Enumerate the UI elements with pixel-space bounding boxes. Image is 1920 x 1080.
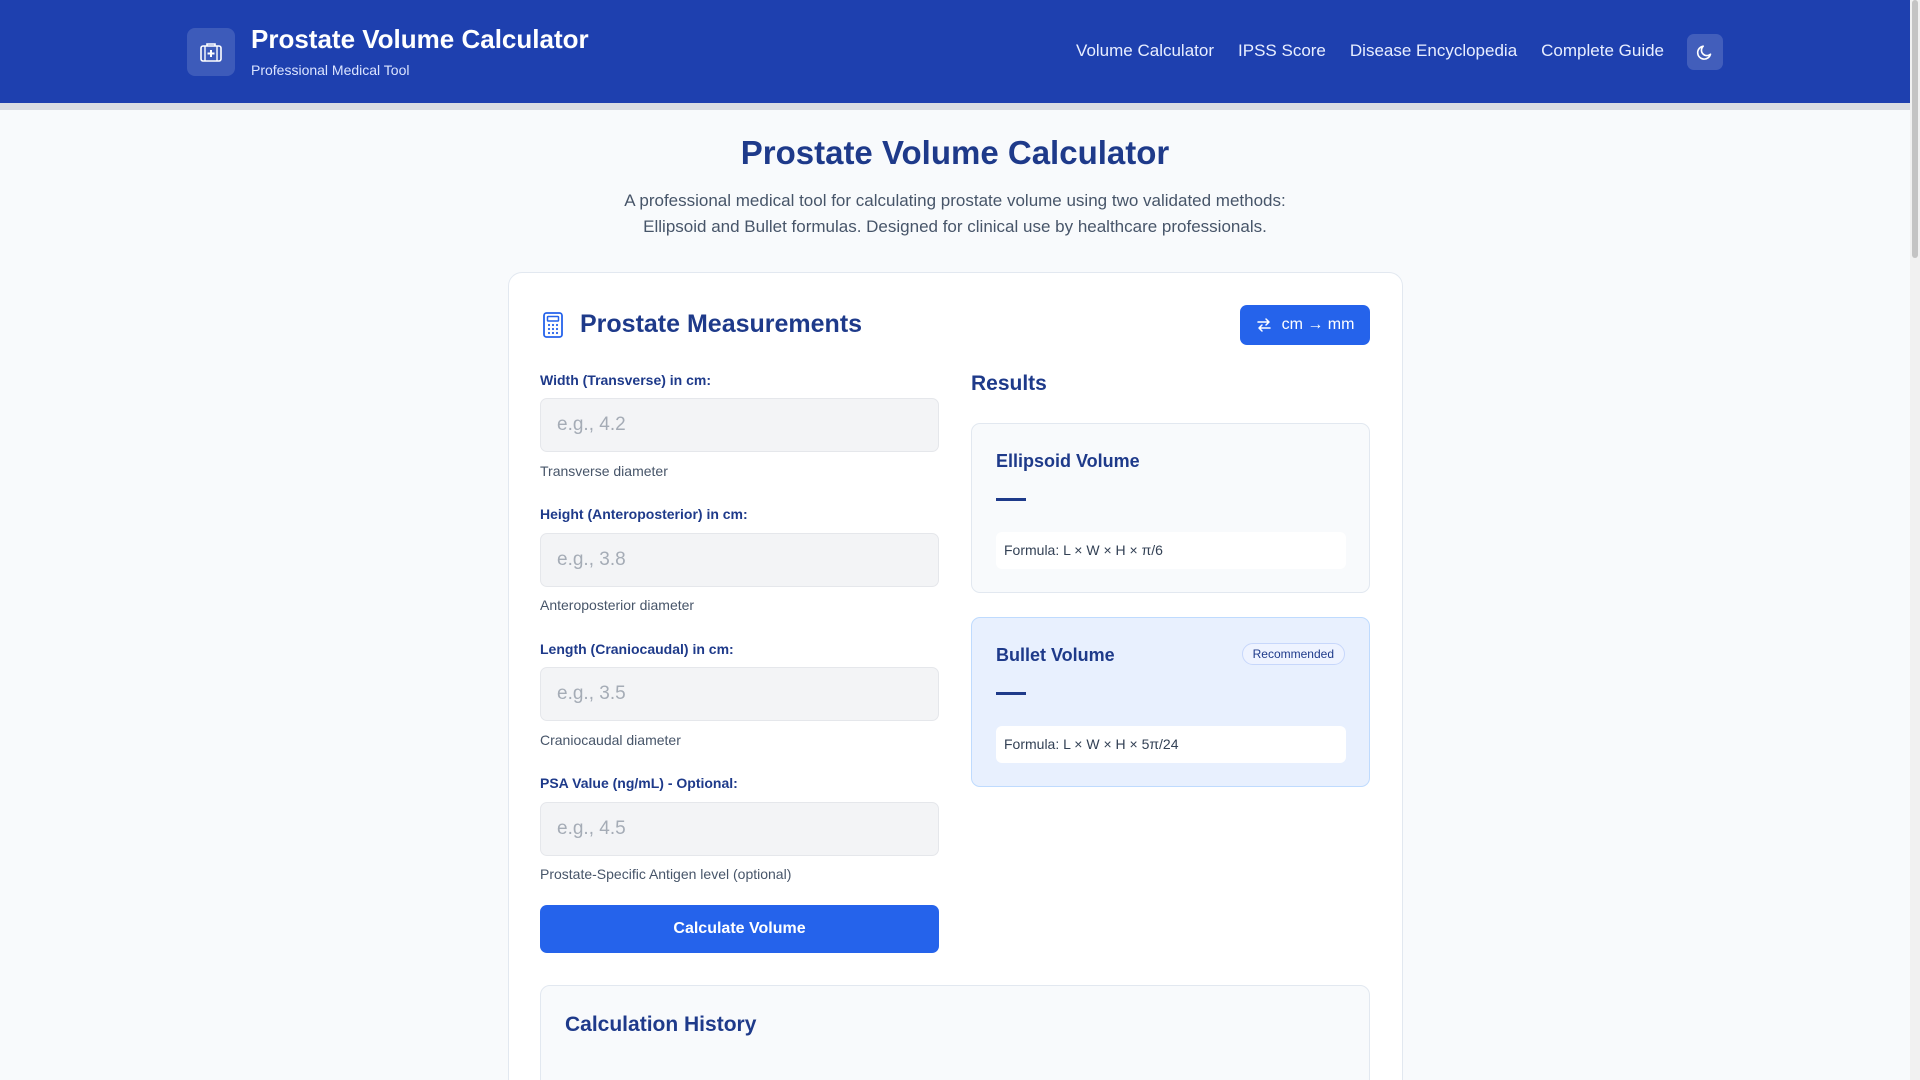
- bullet-result-card: Bullet Volume Recommended Formula: L × W…: [971, 617, 1370, 787]
- bullet-volume-title: Bullet Volume: [996, 645, 1115, 665]
- bullet-formula: Formula: L × W × H × 5π/24: [996, 726, 1346, 763]
- recommended-badge: Recommended: [1241, 643, 1345, 665]
- nav-volume-calculator[interactable]: Volume Calculator: [1076, 41, 1214, 61]
- length-help: Craniocaudal diameter: [540, 732, 681, 748]
- ellipsoid-volume-title: Ellipsoid Volume: [996, 451, 1140, 471]
- unit-toggle-button[interactable]: cm → mm: [1240, 305, 1370, 345]
- calculation-history-panel: Calculation History: [540, 985, 1370, 1080]
- ellipsoid-volume-value: [996, 498, 1026, 501]
- psa-input[interactable]: [540, 802, 939, 856]
- bullet-volume-value: [996, 692, 1026, 695]
- theme-toggle-button[interactable]: [1687, 34, 1723, 70]
- length-input[interactable]: [540, 667, 939, 721]
- nav-complete-guide[interactable]: Complete Guide: [1541, 41, 1664, 61]
- calculator-icon: [543, 312, 563, 338]
- psa-help: Prostate-Specific Antigen level (optiona…: [540, 866, 792, 882]
- app-header: Prostate Volume Calculator Professional …: [0, 0, 1910, 103]
- main-nav: Volume Calculator IPSS Score Disease Enc…: [1076, 41, 1664, 61]
- width-label: Width (Transverse) in cm:: [540, 372, 712, 388]
- height-help: Anteroposterior diameter: [540, 597, 695, 613]
- page-description: A professional medical tool for calculat…: [624, 191, 1286, 236]
- card-title: Prostate Measurements: [580, 310, 863, 338]
- swap-arrows-icon: [1256, 318, 1271, 332]
- scrollbar-thumb[interactable]: [1912, 0, 1918, 258]
- history-title: Calculation History: [565, 1013, 757, 1036]
- nav-ipss-score[interactable]: IPSS Score: [1238, 41, 1326, 61]
- page-title: Prostate Volume Calculator: [740, 134, 1170, 171]
- length-label: Length (Craniocaudal) in cm:: [540, 641, 734, 657]
- app-subtitle: Professional Medical Tool: [251, 62, 410, 78]
- calculate-volume-button[interactable]: Calculate Volume: [540, 905, 939, 953]
- height-input[interactable]: [540, 533, 939, 587]
- nav-disease-encyclopedia[interactable]: Disease Encyclopedia: [1350, 41, 1517, 61]
- ellipsoid-result-card: Ellipsoid Volume Formula: L × W × H × π/…: [971, 423, 1370, 593]
- header-divider: [0, 103, 1910, 110]
- width-help: Transverse diameter: [540, 463, 668, 479]
- page-scrollbar[interactable]: [1910, 0, 1920, 1080]
- medical-kit-icon[interactable]: [187, 28, 235, 76]
- height-label: Height (Anteroposterior) in cm:: [540, 506, 748, 522]
- moon-icon: [1696, 45, 1712, 60]
- width-input[interactable]: [540, 398, 939, 452]
- ellipsoid-formula: Formula: L × W × H × π/6: [996, 532, 1346, 569]
- results-title: Results: [971, 372, 1047, 395]
- psa-label: PSA Value (ng/mL) - Optional:: [540, 775, 738, 791]
- app-title[interactable]: Prostate Volume Calculator: [251, 24, 589, 55]
- unit-toggle-label: cm → mm: [1281, 316, 1355, 333]
